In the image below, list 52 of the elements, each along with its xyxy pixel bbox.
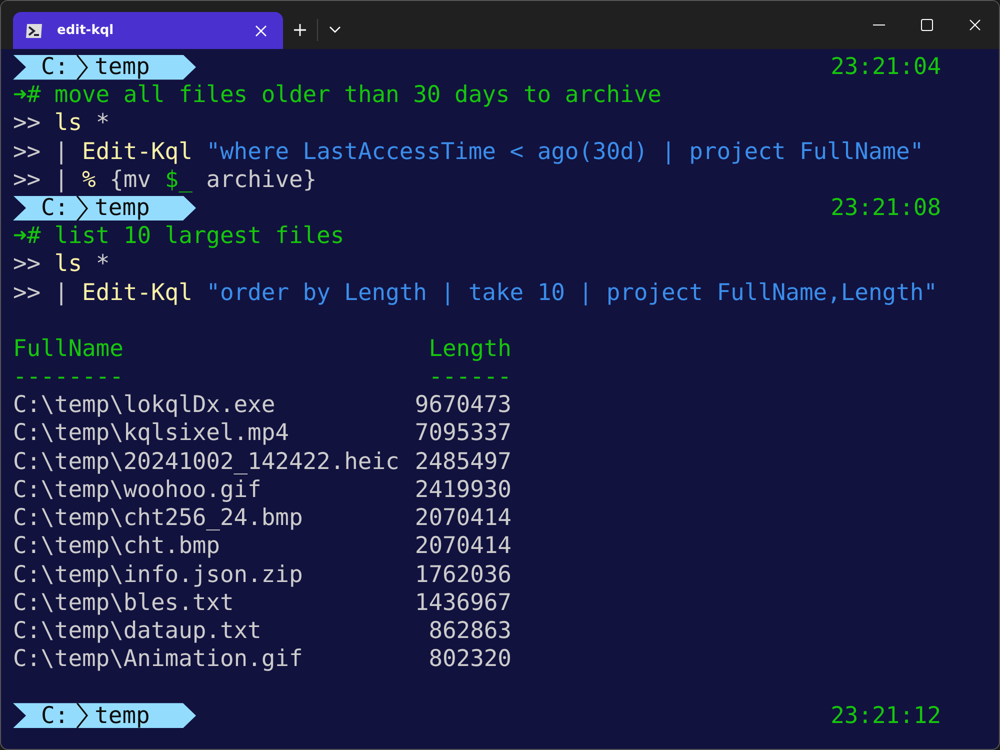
tab-title: edit-kql [57,23,115,38]
command-line: >> ls * [13,110,110,136]
terminal-icon [25,22,43,38]
drive-label: C: [41,194,69,222]
prompt-time: 23:21:12 [830,702,941,730]
comment-line: ➜# move all files older than 30 days to archive [13,82,662,108]
plus-icon [293,23,307,37]
table-cell: 9670473 [414,392,512,418]
table-cell: C:\temp\Animation.gif [13,646,303,672]
table-cell: C:\temp\info.json.zip [13,562,303,588]
comment-line: ➜# list 10 largest files [13,223,344,250]
table-cell: 2070414 [414,533,512,560]
table-cell: C:\temp\woohoo.gif [13,476,262,503]
column-header: Length [428,336,512,362]
header-rule: -------- [13,364,124,390]
table-cell: 2485497 [414,448,512,475]
close-icon [255,24,267,36]
command-line: >> | % {mv $_ archive} [13,166,317,193]
command-line: >> | Edit-Kql "where LastAccessTime < ago(30d) | project FullName" [13,138,924,165]
table-cell: C:\temp\lokqlDx.exe [13,392,276,418]
chevron-icon [74,703,89,728]
terminal-tab[interactable]: edit-kql [13,12,283,49]
table-cell: C:\temp\kqlsixel.mp4 [13,420,289,446]
maximize-icon [921,19,933,31]
close-icon [969,19,981,31]
table-cell: 802320 [428,646,512,672]
table-cell: 1436967 [414,590,512,616]
prompt-time: 23:21:04 [830,53,941,82]
table-cell: C:\temp\dataup.txt [13,618,262,644]
table-cell: 862863 [428,618,512,644]
folder-label: temp [94,53,150,82]
table-cell: 2070414 [414,505,512,532]
table-cell: C:\temp\bles.txt [13,590,234,616]
table-cell: 2419930 [414,476,512,503]
command-line: >> | Edit-Kql "order by Length | take 10 | project FullName,Length" [13,280,938,306]
column-header: FullName [13,336,124,362]
table-cell: 1762036 [414,562,512,588]
table-cell: 7095337 [414,420,512,446]
table-cell: C:\temp\20241002_142422.heic [13,448,400,475]
drive-label: C: [41,53,69,82]
table-cell: C:\temp\cht256_24.bmp [13,505,303,532]
table-cell: C:\temp\cht.bmp [13,533,220,560]
header-rule: ------ [428,364,512,390]
folder-label: temp [94,194,150,222]
caret-icon [329,26,341,34]
prompt-time: 23:21:08 [830,194,941,222]
minimize-icon [873,24,885,26]
drive-label: C: [41,702,69,730]
chevron-icon [74,196,89,221]
folder-label: temp [94,702,150,730]
command-line: >> ls * [13,251,110,278]
chevron-icon [74,54,89,80]
